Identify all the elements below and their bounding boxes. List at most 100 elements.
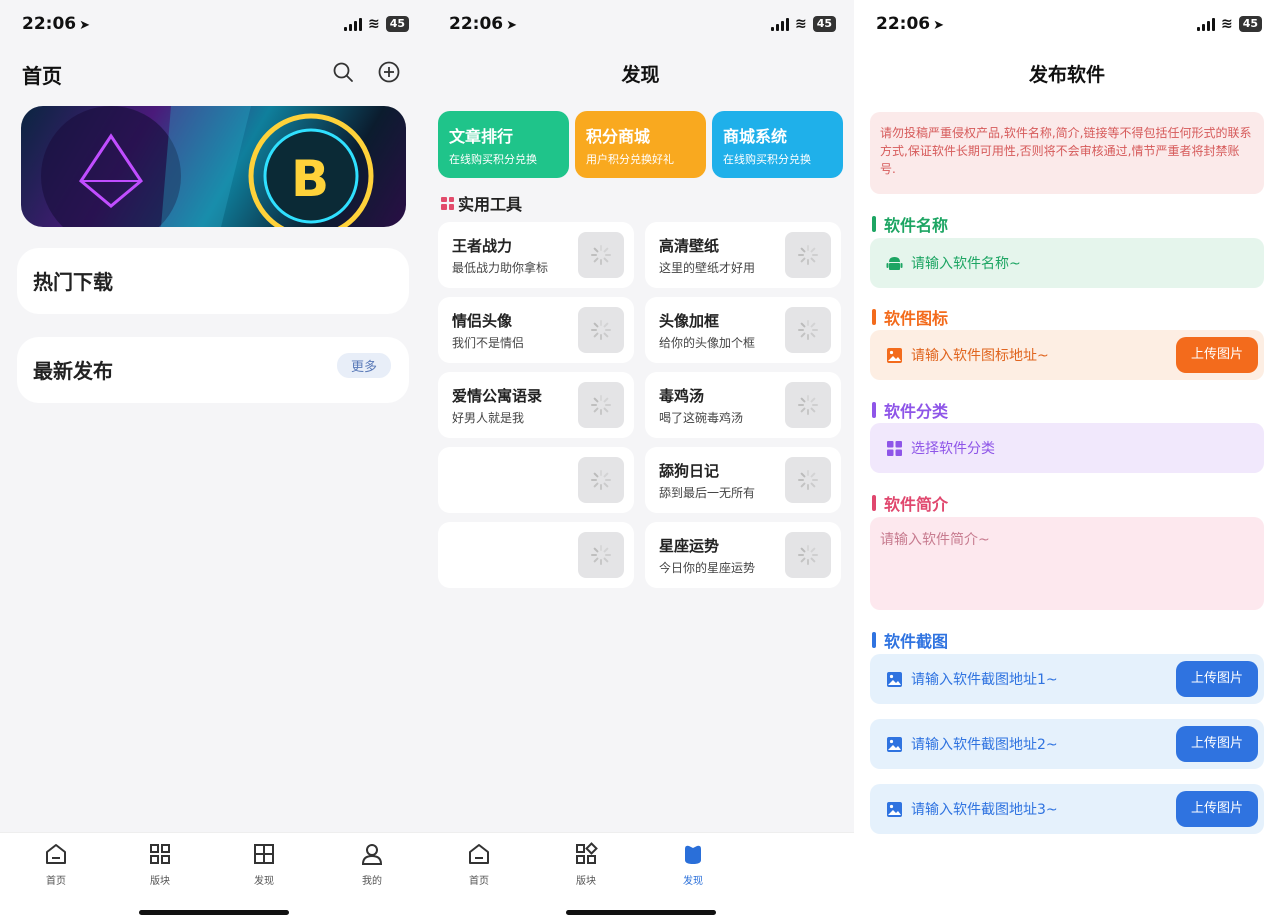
loading-icon (578, 232, 624, 278)
tool-name: 王者战力 (452, 237, 513, 255)
section-title: 最新发布 (33, 359, 113, 383)
tab-board[interactable]: 版块 (130, 841, 190, 887)
category-icon (887, 440, 902, 456)
add-icon[interactable] (377, 60, 401, 84)
tile-article-ranking[interactable]: 文章排行 在线购买积分兑换 (438, 111, 569, 178)
status-bar: 22:06 ➤ ≋ 45 (427, 0, 854, 50)
screenshot-url-input-2[interactable]: 请输入软件截图地址2~ 上传图片 (870, 719, 1264, 769)
tool-desc: 喝了这碗毒鸡汤 (659, 411, 744, 425)
loading-icon (578, 457, 624, 503)
status-bar: 22:06 ➤ ≋ 45 (0, 0, 427, 50)
tool-name: 爱情公寓语录 (452, 387, 543, 405)
tab-discover[interactable]: 发现 (663, 841, 723, 887)
icon-url-input[interactable]: 请输入软件图标地址~ 上传图片 (870, 330, 1264, 380)
status-time: 22:06 ➤ (449, 14, 518, 34)
tool-desc: 好男人就是我 (452, 411, 525, 425)
status-time: 22:06 ➤ (22, 14, 91, 34)
loading-icon (785, 457, 831, 503)
tile-points-mall[interactable]: 积分商城 用户积分兑换好礼 (575, 111, 706, 178)
tool-name: 星座运势 (659, 537, 720, 555)
search-icon[interactable] (331, 60, 355, 84)
image-icon (887, 671, 902, 687)
upload-screenshot-button[interactable]: 上传图片 (1176, 661, 1258, 697)
label-intro: 软件简介 (872, 491, 948, 515)
board-icon (150, 844, 170, 864)
tab-board[interactable]: 版块 (556, 841, 616, 887)
name-input[interactable]: 请输入软件名称~ (870, 238, 1264, 288)
battery-indicator: 45 (812, 16, 836, 32)
tool-card[interactable] (438, 447, 634, 513)
section-title: 热门下载 (33, 270, 113, 294)
loading-icon (785, 232, 831, 278)
tool-card[interactable]: 毒鸡汤喝了这碗毒鸡汤 (645, 372, 841, 438)
tab-home[interactable]: 首页 (26, 841, 86, 887)
loading-icon (578, 307, 624, 353)
board-icon (576, 842, 598, 864)
loading-icon (785, 382, 831, 428)
tool-card[interactable]: 情侣头像我们不是情侣 (438, 297, 634, 363)
tool-card[interactable]: 星座运势今日你的星座运势 (645, 522, 841, 588)
loading-icon (785, 532, 831, 578)
tool-card[interactable] (438, 522, 634, 588)
tool-desc: 这里的壁纸才好用 (659, 261, 756, 275)
banner-image[interactable]: B (21, 106, 406, 227)
warning-notice: 请勿投稿严重侵权产品,软件名称,简介,链接等不得包括任何形式的联系方式,保证软件… (870, 112, 1264, 194)
section-card-latest[interactable]: 最新发布 更多 (17, 337, 409, 403)
image-icon (887, 801, 902, 817)
tab-bar: 首页 版块 发现 (427, 832, 854, 923)
page-title: 首页 (22, 64, 62, 88)
intro-textarea[interactable]: 请输入软件简介~ (870, 517, 1264, 610)
tool-card[interactable]: 头像加框给你的头像加个框 (645, 297, 841, 363)
tool-name: 头像加框 (659, 312, 720, 330)
tab-bar: 首页 版块 发现 我的 (0, 832, 427, 923)
section-heading: 实用工具 (441, 191, 522, 215)
upload-icon-button[interactable]: 上传图片 (1176, 337, 1258, 373)
signal-icon (1196, 17, 1215, 31)
screenshot-url-input-3[interactable]: 请输入软件截图地址3~ 上传图片 (870, 784, 1264, 834)
tool-name: 高清壁纸 (659, 237, 720, 255)
tab-home[interactable]: 首页 (449, 841, 509, 887)
discover-screen: 22:06 ➤ ≋ 45 发现 文章排行 在线购买积分兑换 积分商城 用户积分兑换… (427, 0, 854, 923)
tool-desc: 舔到最后一无所有 (659, 486, 756, 500)
battery-indicator: 45 (385, 16, 409, 32)
tool-desc: 今日你的星座运势 (659, 561, 756, 575)
tab-discover[interactable]: 发现 (234, 841, 294, 887)
tool-name: 舔狗日记 (659, 462, 720, 480)
tool-name: 情侣头像 (452, 312, 513, 330)
tool-card[interactable]: 爱情公寓语录好男人就是我 (438, 372, 634, 438)
loading-icon (785, 307, 831, 353)
wifi-icon: ≋ (794, 16, 807, 32)
image-icon (887, 736, 902, 752)
home-icon (46, 844, 66, 864)
tool-name: 毒鸡汤 (659, 387, 705, 405)
status-bar: 22:06 ➤ ≋ 45 (854, 0, 1280, 50)
screenshot-url-input-1[interactable]: 请输入软件截图地址1~ 上传图片 (870, 654, 1264, 704)
image-icon (887, 347, 902, 363)
signal-icon (770, 17, 789, 31)
status-time: 22:06 ➤ (876, 14, 945, 34)
loading-icon (578, 532, 624, 578)
section-card-hot[interactable]: 热门下载 (17, 248, 409, 314)
page-title: 发现 (621, 64, 660, 86)
user-icon (361, 844, 383, 865)
tool-card[interactable]: 王者战力最低战力助你拿标 (438, 222, 634, 288)
wifi-icon: ≋ (367, 16, 380, 32)
tool-desc: 给你的头像加个框 (659, 336, 756, 350)
tool-card[interactable]: 舔狗日记舔到最后一无所有 (645, 447, 841, 513)
upload-screenshot-button[interactable]: 上传图片 (1176, 791, 1258, 827)
upload-screenshot-button[interactable]: 上传图片 (1176, 726, 1258, 762)
home-indicator (138, 910, 289, 915)
more-button[interactable]: 更多 (336, 353, 391, 378)
discover-icon (254, 844, 274, 864)
label-name: 软件名称 (872, 212, 948, 236)
android-icon (886, 256, 903, 270)
tool-desc: 我们不是情侣 (452, 336, 525, 350)
wifi-icon: ≋ (1220, 16, 1233, 32)
page-title: 发布软件 (1028, 64, 1105, 86)
tile-mall-system[interactable]: 商城系统 在线购买积分兑换 (712, 111, 843, 178)
tab-me[interactable]: 我的 (342, 841, 402, 887)
category-select[interactable]: 选择软件分类 (870, 423, 1264, 473)
label-category: 软件分类 (872, 398, 948, 422)
tool-card[interactable]: 高清壁纸这里的壁纸才好用 (645, 222, 841, 288)
tool-desc: 最低战力助你拿标 (452, 261, 549, 275)
